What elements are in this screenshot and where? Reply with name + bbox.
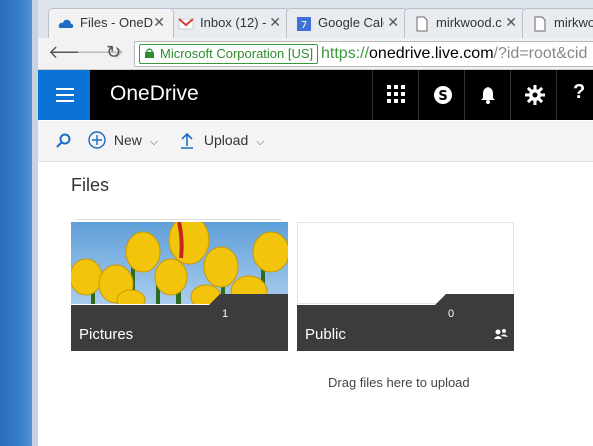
folder-thumbnail-tulips: [71, 222, 288, 304]
tab-mirkwood-2[interactable]: mirkwo: [522, 8, 593, 38]
tab-title: Google Cale: [318, 15, 384, 30]
upload-button[interactable]: Upload ⌵: [180, 131, 265, 149]
app-launcher-button[interactable]: [372, 70, 419, 120]
waffle-grid-icon: [387, 85, 405, 103]
drop-zone-hint: Drag files here to upload: [328, 375, 470, 390]
desktop-background: [0, 0, 36, 446]
app-header: OneDrive S ?: [38, 70, 593, 120]
chevron-down-icon: ⌵: [256, 136, 265, 148]
tab-onedrive[interactable]: Files - OneD ✕: [48, 8, 174, 38]
skype-button[interactable]: S: [418, 70, 465, 120]
svg-text:S: S: [438, 89, 447, 104]
tab-gmail[interactable]: Inbox (12) - ✕: [168, 8, 290, 38]
page-icon: [532, 16, 548, 32]
upload-arrow-icon: [181, 132, 193, 149]
new-button[interactable]: New ⌵: [88, 131, 158, 149]
upload-label: Upload: [203, 132, 249, 148]
svg-text:7: 7: [301, 20, 307, 31]
help-button[interactable]: ?: [556, 70, 593, 120]
app-title[interactable]: OneDrive: [110, 82, 199, 106]
settings-button[interactable]: [510, 70, 557, 120]
tab-google-calendar[interactable]: 7 Google Cale ✕: [286, 8, 408, 38]
tab-title: Inbox (12) -: [200, 15, 266, 30]
google-calendar-icon: 7: [296, 16, 312, 32]
search-icon[interactable]: [56, 133, 72, 154]
gmail-icon: [178, 16, 194, 32]
folder-item-count: 0: [448, 308, 455, 320]
page-icon: [414, 16, 430, 32]
address-bar[interactable]: Microsoft Corporation [US] https://onedr…: [134, 41, 593, 67]
browser-toolbar: 🡐 🡒 ↻ Microsoft Corporation [US] https:/…: [38, 38, 593, 70]
tab-title: Files - OneD: [80, 15, 153, 30]
close-icon[interactable]: ✕: [505, 14, 517, 31]
browser-tab-strip: Files - OneD ✕ Inbox (12) - ✕ 7 Google C…: [38, 0, 593, 38]
page-title: Files: [71, 175, 110, 195]
tab-mirkwood-1[interactable]: mirkwood.c ✕: [404, 8, 526, 38]
url-text: https://onedrive.live.com/?id=root&cid: [321, 45, 588, 62]
folder-name: Pictures: [79, 326, 134, 343]
close-icon[interactable]: ✕: [153, 14, 165, 31]
new-label: New: [113, 132, 142, 148]
ev-certificate-badge[interactable]: Microsoft Corporation [US]: [139, 44, 319, 64]
folder-tile-public[interactable]: 0 Public: [297, 222, 514, 352]
skype-icon: S: [434, 86, 452, 104]
onedrive-cloud-icon: [58, 16, 74, 32]
tab-title: mirkwo: [554, 15, 593, 30]
add-circle-icon: [88, 131, 106, 149]
reload-icon[interactable]: ↻: [106, 43, 121, 61]
command-bar: New ⌵ Upload ⌵: [38, 121, 593, 162]
folder-thumbnail-empty: [297, 222, 514, 304]
close-icon[interactable]: ✕: [269, 14, 281, 31]
close-icon[interactable]: ✕: [387, 14, 399, 31]
notifications-button[interactable]: [464, 70, 511, 120]
help-icon: ?: [573, 81, 586, 103]
hamburger-menu-button[interactable]: [38, 70, 90, 120]
lock-icon: [145, 48, 154, 58]
gear-icon: [525, 85, 545, 105]
folder-item-count: 1: [222, 308, 229, 320]
folder-name: Public: [305, 326, 346, 343]
chevron-down-icon: ⌵: [149, 136, 159, 148]
folder-tile-pictures[interactable]: 1 Pictures: [71, 219, 288, 352]
bell-icon: [481, 87, 495, 104]
tab-title: mirkwood.c: [436, 15, 502, 30]
ev-label: Microsoft Corporation [US]: [160, 46, 314, 61]
shared-people-icon: [494, 327, 508, 345]
